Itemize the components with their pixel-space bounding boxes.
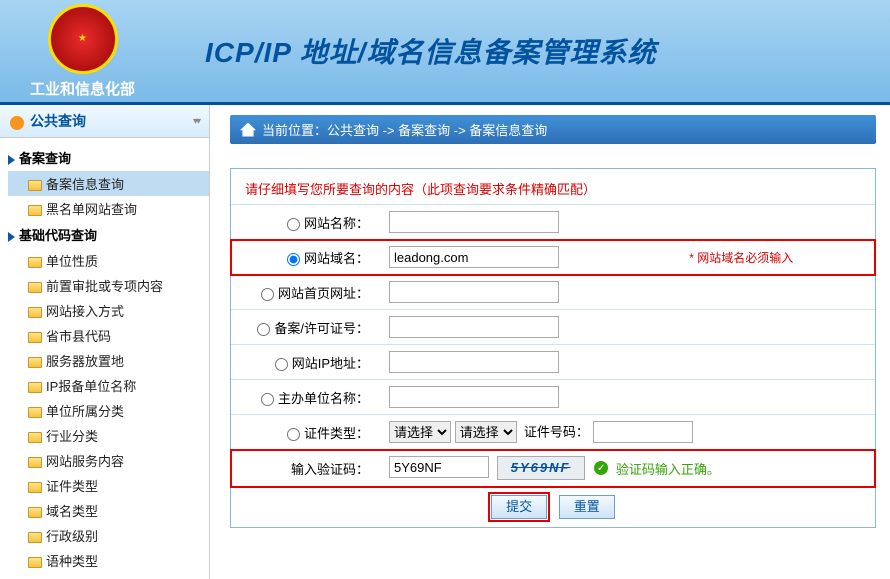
- ministry-name: 工业和信息化部: [30, 78, 135, 99]
- input-site-url[interactable]: [389, 281, 559, 303]
- tree-item[interactable]: 域名类型: [8, 498, 209, 523]
- folder-icon: [28, 357, 42, 368]
- row-captcha: 输入验证码： 5Y69NF ✓ 验证码输入正确。: [231, 450, 875, 487]
- row-site-ip: 网站IP地址：: [231, 345, 875, 380]
- folder-icon: [28, 532, 42, 543]
- row-sponsor: 主办单位名称：: [231, 380, 875, 415]
- label-record-no: 备案/许可证号：: [274, 321, 369, 336]
- tree-item[interactable]: 语种类型: [8, 548, 209, 573]
- label-site-name: 网站名称：: [304, 216, 369, 231]
- check-icon: ✓: [594, 461, 608, 475]
- chevron-down-icon[interactable]: ▾▾: [193, 116, 199, 127]
- radio-site-domain[interactable]: [287, 253, 300, 266]
- input-record-no[interactable]: [389, 316, 559, 338]
- query-form: 请仔细填写您所要查询的内容（此项查询要求条件精确匹配） 网站名称： 网站域名： …: [230, 168, 876, 528]
- content-area: 当前位置：公共查询 -> 备案查询 -> 备案信息查询 请仔细填写您所要查询的内…: [210, 105, 890, 579]
- tree-group[interactable]: 备案查询: [8, 144, 209, 171]
- radio-site-ip[interactable]: [275, 358, 288, 371]
- tree-item[interactable]: 证件类型: [8, 473, 209, 498]
- folder-icon: [28, 557, 42, 568]
- tree-item[interactable]: 服务器放置地: [8, 348, 209, 373]
- breadcrumb: 当前位置：公共查询 -> 备案查询 -> 备案信息查询: [230, 115, 876, 144]
- sidebar-header-label: 公共查询: [30, 113, 86, 129]
- tree-item[interactable]: 前置审批或专项内容: [8, 273, 209, 298]
- tree-item[interactable]: 行政级别: [8, 523, 209, 548]
- label-captcha: 输入验证码：: [291, 462, 369, 477]
- tree-item[interactable]: 省市县代码: [8, 323, 209, 348]
- input-site-name[interactable]: [389, 211, 559, 233]
- folder-icon: [28, 432, 42, 443]
- nav-tree: 备案查询备案信息查询黑名单网站查询基础代码查询单位性质前置审批或专项内容网站接入…: [0, 138, 209, 579]
- system-title: ICP/IP 地址/域名信息备案管理系统: [205, 31, 656, 71]
- sidebar-header[interactable]: 公共查询 ▾▾: [0, 105, 209, 138]
- label-sponsor: 主办单位名称：: [278, 391, 369, 406]
- radio-site-url[interactable]: [261, 288, 274, 301]
- radio-site-name[interactable]: [287, 218, 300, 231]
- folder-icon: [28, 507, 42, 518]
- row-record-no: 备案/许可证号：: [231, 310, 875, 345]
- tree-item[interactable]: 单位性质: [8, 248, 209, 273]
- radio-cert[interactable]: [287, 428, 300, 441]
- title-block: ICP/IP 地址/域名信息备案管理系统: [205, 31, 656, 71]
- folder-icon: [28, 407, 42, 418]
- arrow-icon: [8, 232, 15, 242]
- radio-sponsor[interactable]: [261, 393, 274, 406]
- tree-item[interactable]: 网站接入方式: [8, 298, 209, 323]
- input-cert-no[interactable]: [593, 421, 693, 443]
- select-cert-type1[interactable]: 请选择: [389, 421, 451, 443]
- radio-record-no[interactable]: [257, 323, 270, 336]
- captcha-ok-text: 验证码输入正确。: [616, 462, 720, 477]
- breadcrumb-text: 当前位置：公共查询 -> 备案查询 -> 备案信息查询: [262, 120, 547, 139]
- folder-icon: [28, 282, 42, 293]
- label-cert: 证件类型：: [304, 426, 369, 441]
- submit-button[interactable]: 提交: [491, 495, 547, 519]
- label-cert-no: 证件号码：: [524, 425, 589, 440]
- home-icon[interactable]: [240, 123, 256, 137]
- folder-icon: [28, 457, 42, 468]
- app-header: ★ 工业和信息化部 ICP/IP 地址/域名信息备案管理系统: [0, 0, 890, 105]
- folder-icon: [28, 482, 42, 493]
- reset-button[interactable]: 重置: [559, 495, 615, 519]
- folder-icon: [28, 332, 42, 343]
- row-site-name: 网站名称：: [231, 205, 875, 240]
- tree-item[interactable]: 备案信息查询: [8, 171, 209, 196]
- tree-item[interactable]: 网站服务内容: [8, 448, 209, 473]
- folder-icon: [28, 180, 42, 191]
- tree-item[interactable]: 单位所属分类: [8, 398, 209, 423]
- tree-group[interactable]: 基础代码查询: [8, 221, 209, 248]
- row-site-url: 网站首页网址：: [231, 275, 875, 310]
- logo-block: ★ 工业和信息化部: [30, 4, 135, 99]
- input-site-domain[interactable]: [389, 246, 559, 268]
- row-site-domain: 网站域名： * 网站域名必须输入: [231, 240, 875, 275]
- folder-icon: [28, 205, 42, 216]
- tree-item[interactable]: 黑名单网站查询: [8, 196, 209, 221]
- national-emblem-icon: ★: [48, 4, 118, 74]
- dot-icon: [10, 116, 24, 130]
- row-buttons: 提交 重置: [231, 487, 875, 528]
- tree-item[interactable]: IP报备单位名称: [8, 373, 209, 398]
- input-captcha[interactable]: [389, 456, 489, 478]
- input-site-ip[interactable]: [389, 351, 559, 373]
- label-site-domain: 网站域名：: [304, 251, 369, 266]
- input-sponsor[interactable]: [389, 386, 559, 408]
- folder-icon: [28, 382, 42, 393]
- sidebar: 公共查询 ▾▾ 备案查询备案信息查询黑名单网站查询基础代码查询单位性质前置审批或…: [0, 105, 210, 579]
- tree-item[interactable]: 行业分类: [8, 423, 209, 448]
- select-cert-type2[interactable]: 请选择: [455, 421, 517, 443]
- folder-icon: [28, 257, 42, 268]
- form-hint: 请仔细填写您所要查询的内容（此项查询要求条件精确匹配）: [231, 169, 875, 204]
- note-domain-required: * 网站域名必须输入: [689, 251, 793, 265]
- folder-icon: [28, 307, 42, 318]
- label-site-url: 网站首页网址：: [278, 286, 369, 301]
- arrow-icon: [8, 155, 15, 165]
- row-cert: 证件类型： 请选择 请选择 证件号码：: [231, 415, 875, 450]
- captcha-image[interactable]: 5Y69NF: [497, 456, 585, 480]
- label-site-ip: 网站IP地址：: [292, 356, 369, 371]
